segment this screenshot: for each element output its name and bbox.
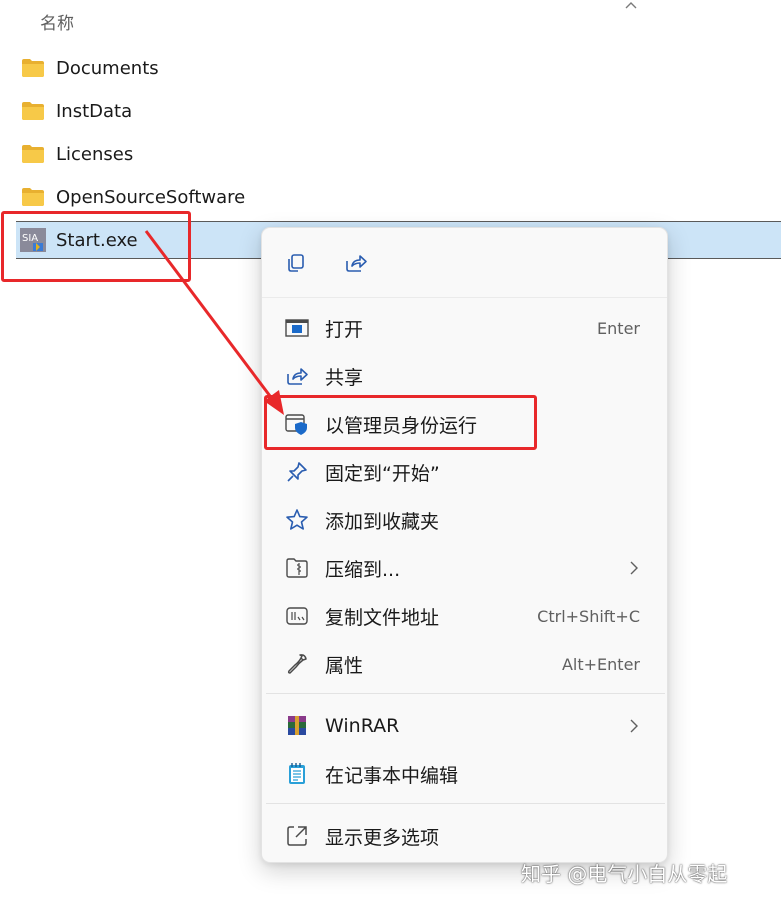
annotation-arrow <box>144 230 284 415</box>
watermark: 知乎 @电气小白从零起 <box>521 862 728 886</box>
